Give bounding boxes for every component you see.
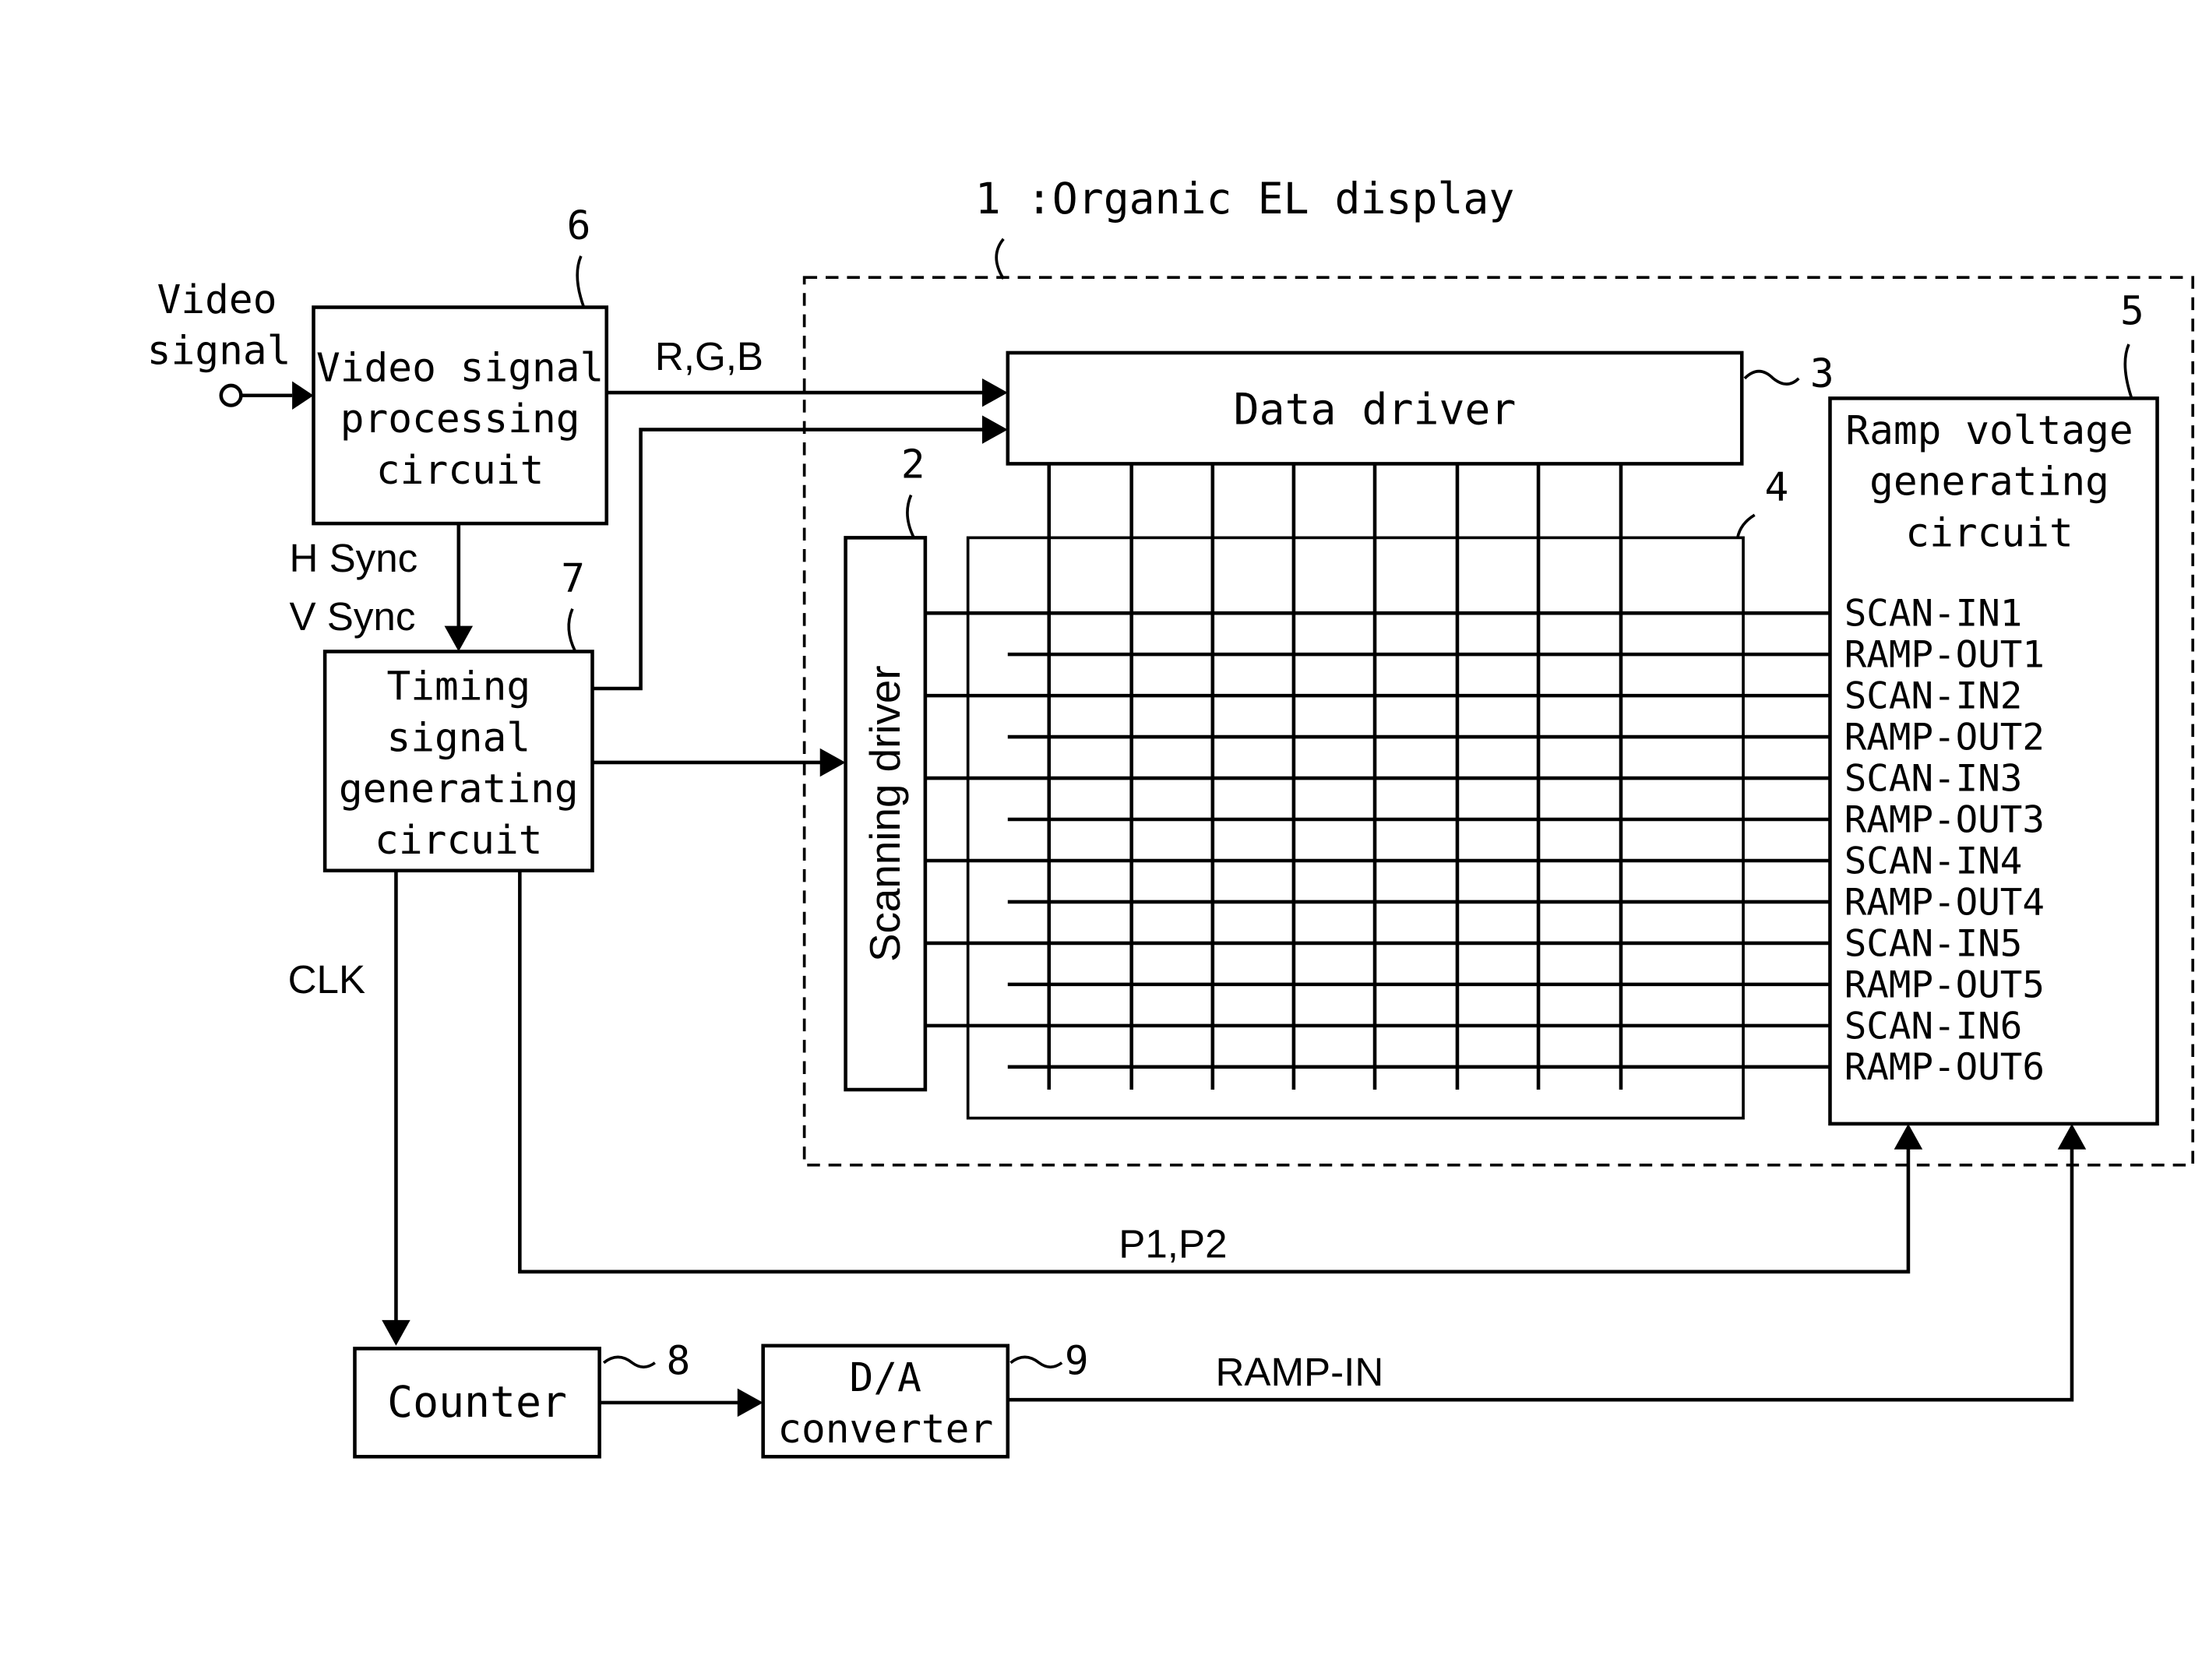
arrow-icon xyxy=(292,381,314,410)
counter-label: Counter xyxy=(387,1377,567,1427)
clk-label: CLK xyxy=(288,957,365,1002)
timing-line-4: circuit xyxy=(375,818,542,864)
arrow-icon xyxy=(737,1388,763,1418)
hsync-label: H Sync xyxy=(289,536,417,580)
display-panel xyxy=(966,536,1745,1120)
arrow-icon xyxy=(981,415,1008,444)
ref-2: 2 xyxy=(901,442,925,488)
ref-3: 3 xyxy=(1810,351,1834,397)
display-title: 1 :Organic EL display xyxy=(975,174,1515,224)
panel-grid xyxy=(925,463,1830,1090)
timing-line-2: signal xyxy=(386,715,530,761)
ramp-port-label: RAMP-OUT5 xyxy=(1844,963,2045,1006)
ramp-gen-line-2: generating xyxy=(1869,460,2109,505)
ramp-port-labels: SCAN-IN1RAMP-OUT1SCAN-IN2RAMP-OUT2SCAN-I… xyxy=(1844,593,2045,1090)
ramp-gen-line-1: Ramp voltage xyxy=(1845,408,2133,454)
ramp-port-label: RAMP-OUT4 xyxy=(1844,881,2045,924)
ramp-port-label: RAMP-OUT6 xyxy=(1844,1046,2045,1089)
ref-8: 8 xyxy=(666,1338,690,1384)
arrow-icon xyxy=(1894,1123,1923,1150)
arrow-icon xyxy=(819,748,846,777)
ref-9: 9 xyxy=(1065,1338,1089,1384)
timing-line-3: generating xyxy=(339,766,579,812)
ref-7: 7 xyxy=(561,556,585,602)
ramp-port-label: SCAN-IN1 xyxy=(1844,593,2023,636)
block-diagram: 1 :Organic EL display Video signal Video… xyxy=(147,174,2195,1459)
vsync-label: V Sync xyxy=(289,594,415,639)
ramp-port-label: SCAN-IN6 xyxy=(1844,1005,2023,1048)
video-signal-label-2: signal xyxy=(147,329,291,375)
ramp-port-label: SCAN-IN4 xyxy=(1844,840,2023,882)
ramp-port-label: RAMP-OUT2 xyxy=(1844,717,2045,759)
arrow-icon xyxy=(382,1319,410,1346)
video-proc-line-1: Video signal xyxy=(316,345,604,391)
ramp-port-label: SCAN-IN2 xyxy=(1844,675,2023,718)
input-terminal-icon xyxy=(219,383,243,407)
ref-5: 5 xyxy=(2120,288,2144,334)
timing-line-1: Timing xyxy=(386,664,530,710)
arrow-icon xyxy=(981,378,1008,407)
ramp-port-label: SCAN-IN5 xyxy=(1844,922,2023,965)
video-proc-line-3: circuit xyxy=(376,448,544,494)
arrow-icon xyxy=(444,625,474,652)
video-signal-label-1: Video xyxy=(157,277,277,323)
p1p2-label: P1,P2 xyxy=(1119,1222,1227,1266)
arrow-icon xyxy=(2057,1123,2087,1150)
ramp-port-label: RAMP-OUT3 xyxy=(1844,798,2045,841)
scanning-driver-label: Scanning driver xyxy=(861,665,909,962)
ramp-port-label: SCAN-IN3 xyxy=(1844,757,2023,800)
ramp-in-label: RAMP-IN xyxy=(1215,1350,1383,1394)
display-leader xyxy=(995,238,1005,280)
dac-line-1: D/A xyxy=(850,1355,921,1401)
ref-6: 6 xyxy=(567,203,591,249)
video-proc-line-2: processing xyxy=(340,396,580,442)
ramp-port-label: RAMP-OUT1 xyxy=(1844,634,2045,677)
dac-line-2: converter xyxy=(777,1407,993,1453)
rgb-label: R,G,B xyxy=(655,334,763,379)
ramp-gen-line-3: circuit xyxy=(1905,510,2073,556)
data-driver-label: Data driver xyxy=(1234,384,1517,434)
ref-4: 4 xyxy=(1764,465,1788,511)
